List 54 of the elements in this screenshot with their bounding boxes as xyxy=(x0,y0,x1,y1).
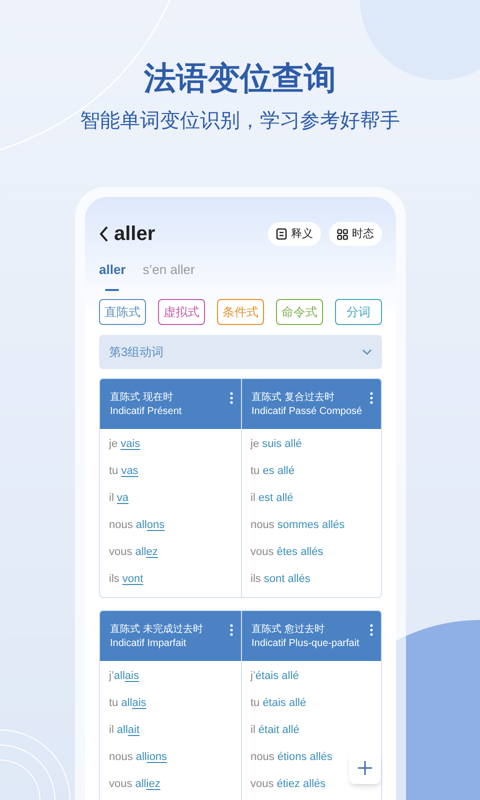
headline: 法语变位查询 xyxy=(144,59,336,98)
conjugation-form[interactable]: vous allez xyxy=(109,544,158,561)
more-icon[interactable] xyxy=(370,624,373,636)
tense-subtitle: Indicatif Plus-que-parfait xyxy=(252,637,360,650)
more-icon[interactable] xyxy=(370,392,373,404)
conjugation-form[interactable]: nous sommes allés xyxy=(250,517,345,534)
mood-chip[interactable]: 分词 xyxy=(335,299,382,325)
conjugation-form[interactable]: tu vas xyxy=(109,463,138,480)
conjugation-form[interactable]: tu es allé xyxy=(250,463,294,480)
action-button[interactable]: 释义 xyxy=(268,222,321,246)
conjugation-form[interactable]: vous étiez allés xyxy=(250,776,326,793)
tense-title: 直陈式 复合过去时 xyxy=(252,391,336,404)
verb-title: aller xyxy=(114,222,156,247)
conjugation-form[interactable]: tu allais xyxy=(109,695,146,712)
conjugation-form[interactable]: il allait xyxy=(109,722,140,739)
conjugation-form[interactable]: nous allions xyxy=(109,749,168,766)
tense-title: 直陈式 愈过去时 xyxy=(252,623,326,636)
conjugation-form[interactable]: j’étais allé xyxy=(250,668,299,685)
tense-subtitle: Indicatif Passé Composé xyxy=(252,405,364,418)
conjugation-form[interactable]: il est allé xyxy=(250,490,294,507)
tense-subtitle: Indicatif Présent xyxy=(110,405,183,418)
conjugation-form[interactable]: vous êtes allés xyxy=(250,544,324,561)
conjugation-form[interactable]: nous allons xyxy=(109,517,165,534)
action-button[interactable]: 时态 xyxy=(329,222,382,246)
mood-chip[interactable]: 命令式 xyxy=(276,299,323,325)
tab[interactable]: s’en aller xyxy=(142,259,195,291)
conjugation-form[interactable]: nous étions allés xyxy=(250,749,332,766)
add-button[interactable] xyxy=(349,752,381,784)
back-icon[interactable] xyxy=(99,226,109,242)
conjugation-form[interactable]: ils vont xyxy=(109,571,144,588)
plus-icon xyxy=(358,761,372,775)
more-icon[interactable] xyxy=(230,392,232,404)
conjugation-form[interactable]: j’allais xyxy=(109,668,139,685)
concentric-rings-drawing xyxy=(0,730,70,800)
group-dropdown[interactable]: 第3组动词 xyxy=(99,335,382,369)
conjugation-form[interactable]: je vais xyxy=(109,436,140,453)
conjugation-form[interactable]: il était allé xyxy=(250,722,300,739)
subheadline: 智能单词变位识别，学习参考好帮手 xyxy=(80,109,400,134)
conjugation-form[interactable]: vous alliez xyxy=(109,776,160,793)
tense-title: 直陈式 未完成过去时 xyxy=(110,623,204,636)
more-icon[interactable] xyxy=(230,624,232,636)
chevron-down-icon xyxy=(362,349,372,355)
list-icon xyxy=(276,228,287,240)
tense-title: 直陈式 现在时 xyxy=(110,391,174,404)
conjugation-form[interactable]: tu étais allé xyxy=(250,695,306,712)
grid-icon xyxy=(337,228,348,240)
mood-chip[interactable]: 虚拟式 xyxy=(158,299,205,325)
conjugation-form[interactable]: je suis allé xyxy=(250,436,302,453)
tense-subtitle: Indicatif Imparfait xyxy=(110,637,188,650)
conjugation-form[interactable]: ils sont allés xyxy=(250,571,310,588)
mood-chip[interactable]: 直陈式 xyxy=(99,299,146,325)
tab[interactable]: aller xyxy=(99,259,126,291)
mood-chip[interactable]: 条件式 xyxy=(217,299,264,325)
conjugation-form[interactable]: il va xyxy=(109,490,129,507)
